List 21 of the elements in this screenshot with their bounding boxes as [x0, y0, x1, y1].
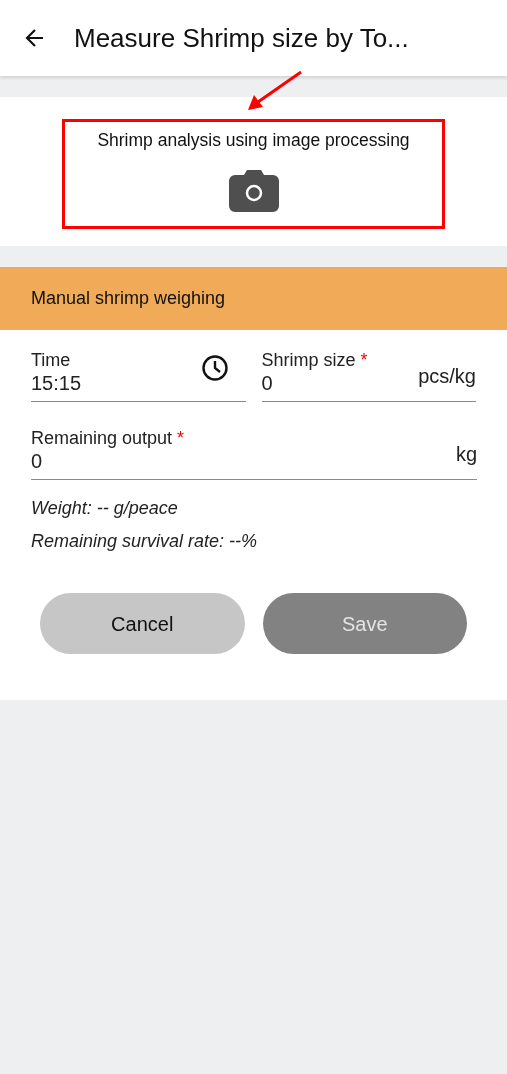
info-text: Weight: -- g/peace — [31, 497, 178, 520]
field-label: Time — [31, 350, 71, 370]
info-text: Remaining survival rate: --% — [31, 530, 258, 553]
camera-icon[interactable] — [227, 169, 280, 214]
page-title: Measure Shrimp size by To... — [74, 21, 409, 55]
input-field[interactable]: Remaining output * 0 kg — [31, 421, 477, 480]
unit-label: kg — [455, 442, 477, 467]
unit-label: pcs/kg — [418, 364, 476, 389]
field-label: Remaining output — [31, 428, 173, 448]
image-analysis-label: Shrimp analysis using image processing — [97, 129, 410, 152]
required-asterisk: * — [360, 350, 368, 370]
section-title: Manual shrimp weighing — [31, 287, 226, 310]
field-value: 15:15 — [31, 371, 82, 395]
input-field[interactable]: Time 15:15 — [31, 343, 246, 402]
field-value: 0 — [31, 449, 43, 473]
field-value: 0 — [261, 371, 273, 395]
input-field[interactable]: Shrimp size * 0 pcs/kg — [261, 343, 476, 402]
required-asterisk: * — [177, 428, 185, 448]
field-label: Shrimp size — [261, 350, 356, 370]
cancel-button[interactable]: Cancel — [40, 593, 245, 654]
clock-icon[interactable] — [200, 354, 229, 382]
